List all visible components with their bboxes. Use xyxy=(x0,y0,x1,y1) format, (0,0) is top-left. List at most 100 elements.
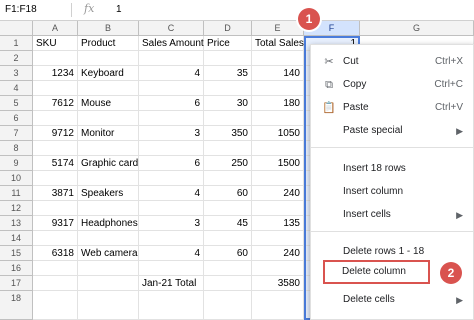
cell-amount[interactable]: 3 xyxy=(139,126,204,141)
row-header-4[interactable]: 4 xyxy=(0,81,33,96)
cell-sku[interactable]: 5174 xyxy=(33,156,78,171)
total-label-cell[interactable]: Jan-21 Total xyxy=(139,276,204,291)
grid-cell[interactable] xyxy=(78,276,139,291)
cell-amount[interactable]: 6 xyxy=(139,96,204,111)
row-header-10[interactable]: 10 xyxy=(0,171,33,186)
row-header-3[interactable]: 3 xyxy=(0,66,33,81)
menu-item-paste-special[interactable]: Paste special ▶ xyxy=(311,120,473,142)
grid-cell[interactable] xyxy=(78,81,139,96)
cell-sku[interactable]: 6318 xyxy=(33,246,78,261)
cell-product[interactable]: Speakers xyxy=(78,186,139,201)
grid-cell[interactable] xyxy=(204,201,252,216)
grid-cell[interactable] xyxy=(33,291,78,320)
grid-cell[interactable] xyxy=(252,291,304,320)
grid-cell[interactable] xyxy=(204,276,252,291)
grid-cell[interactable] xyxy=(33,111,78,126)
grid-cell[interactable] xyxy=(33,261,78,276)
grid-cell[interactable] xyxy=(204,231,252,246)
grid-cell[interactable] xyxy=(139,261,204,276)
row-header-9[interactable]: 9 xyxy=(0,156,33,171)
grid-cell[interactable] xyxy=(139,111,204,126)
grid-cell[interactable] xyxy=(204,291,252,320)
row-header-1[interactable]: 1 xyxy=(0,36,33,51)
grid-cell[interactable] xyxy=(78,261,139,276)
row-header-11[interactable]: 11 xyxy=(0,186,33,201)
cell-product[interactable]: Headphones xyxy=(78,216,139,231)
cell-product[interactable]: Mouse xyxy=(78,96,139,111)
cell-price[interactable]: 35 xyxy=(204,66,252,81)
cell-amount[interactable]: 4 xyxy=(139,186,204,201)
grid-cell[interactable] xyxy=(204,141,252,156)
cell-price[interactable]: 45 xyxy=(204,216,252,231)
grid-cell[interactable] xyxy=(252,171,304,186)
cell-sku[interactable]: 9712 xyxy=(33,126,78,141)
menu-item-cut[interactable]: ✂ Cut Ctrl+X xyxy=(311,51,473,73)
header-cell-sales-amount[interactable]: Sales Amount xyxy=(139,36,204,51)
grid-cell[interactable] xyxy=(139,291,204,320)
cell-amount[interactable]: 4 xyxy=(139,66,204,81)
column-header-e[interactable]: E xyxy=(252,21,304,36)
cell-sku[interactable]: 9317 xyxy=(33,216,78,231)
grid-cell[interactable] xyxy=(252,261,304,276)
grid-cell[interactable] xyxy=(33,201,78,216)
cell-price[interactable]: 350 xyxy=(204,126,252,141)
menu-item-paste[interactable]: 📋 Paste Ctrl+V xyxy=(311,97,473,119)
row-header-6[interactable]: 6 xyxy=(0,111,33,126)
cell-sku[interactable]: 7612 xyxy=(33,96,78,111)
cell-total[interactable]: 135 xyxy=(252,216,304,231)
cell-amount[interactable]: 4 xyxy=(139,246,204,261)
grid-cell[interactable] xyxy=(33,171,78,186)
column-header-c[interactable]: C xyxy=(139,21,204,36)
row-header-14[interactable]: 14 xyxy=(0,231,33,246)
row-header-13[interactable]: 13 xyxy=(0,216,33,231)
grid-cell[interactable] xyxy=(252,111,304,126)
menu-item-insert-cells[interactable]: Insert cells ▶ xyxy=(311,204,473,226)
grid-cell[interactable] xyxy=(139,51,204,66)
grid-cell[interactable] xyxy=(252,141,304,156)
cell-sku[interactable]: 1234 xyxy=(33,66,78,81)
grid-cell[interactable] xyxy=(78,201,139,216)
header-cell-total-sales[interactable]: Total Sales xyxy=(252,36,304,51)
menu-item-delete-cells[interactable]: Delete cells ▶ xyxy=(311,289,473,311)
cell-total[interactable]: 240 xyxy=(252,186,304,201)
grid-cell[interactable] xyxy=(78,141,139,156)
menu-item-copy[interactable]: ⧉ Copy Ctrl+C xyxy=(311,74,473,96)
row-header-5[interactable]: 5 xyxy=(0,96,33,111)
cell-total[interactable]: 1500 xyxy=(252,156,304,171)
cell-product[interactable]: Keyboard xyxy=(78,66,139,81)
cell-total[interactable]: 240 xyxy=(252,246,304,261)
grid-cell[interactable] xyxy=(204,261,252,276)
grid-cell[interactable] xyxy=(204,81,252,96)
row-header-12[interactable]: 12 xyxy=(0,201,33,216)
grid-cell[interactable] xyxy=(139,231,204,246)
grid-cell[interactable] xyxy=(252,51,304,66)
row-header-18[interactable]: 18 xyxy=(0,291,33,320)
total-value-cell[interactable]: 3580 xyxy=(252,276,304,291)
grid-cell[interactable] xyxy=(33,81,78,96)
grid-cell[interactable] xyxy=(33,51,78,66)
cell-amount[interactable]: 3 xyxy=(139,216,204,231)
select-all-corner[interactable] xyxy=(0,21,33,36)
name-box[interactable]: F1:F18 xyxy=(3,3,72,17)
cell-amount[interactable]: 6 xyxy=(139,156,204,171)
grid-cell[interactable] xyxy=(204,171,252,186)
row-header-15[interactable]: 15 xyxy=(0,246,33,261)
grid-cell[interactable] xyxy=(139,171,204,186)
grid-cell[interactable] xyxy=(78,171,139,186)
row-header-16[interactable]: 16 xyxy=(0,261,33,276)
grid-cell[interactable] xyxy=(139,201,204,216)
grid-cell[interactable] xyxy=(78,231,139,246)
column-header-g[interactable]: G xyxy=(360,21,474,36)
row-header-17[interactable]: 17 xyxy=(0,276,33,291)
header-cell-price[interactable]: Price xyxy=(204,36,252,51)
grid-cell[interactable] xyxy=(252,81,304,96)
row-header-2[interactable]: 2 xyxy=(0,51,33,66)
cell-price[interactable]: 30 xyxy=(204,96,252,111)
cell-price[interactable]: 60 xyxy=(204,246,252,261)
grid-cell[interactable] xyxy=(33,231,78,246)
column-header-b[interactable]: B xyxy=(78,21,139,36)
cell-total[interactable]: 140 xyxy=(252,66,304,81)
header-cell-sku[interactable]: SKU xyxy=(33,36,78,51)
grid-cell[interactable] xyxy=(139,141,204,156)
grid-cell[interactable] xyxy=(139,81,204,96)
